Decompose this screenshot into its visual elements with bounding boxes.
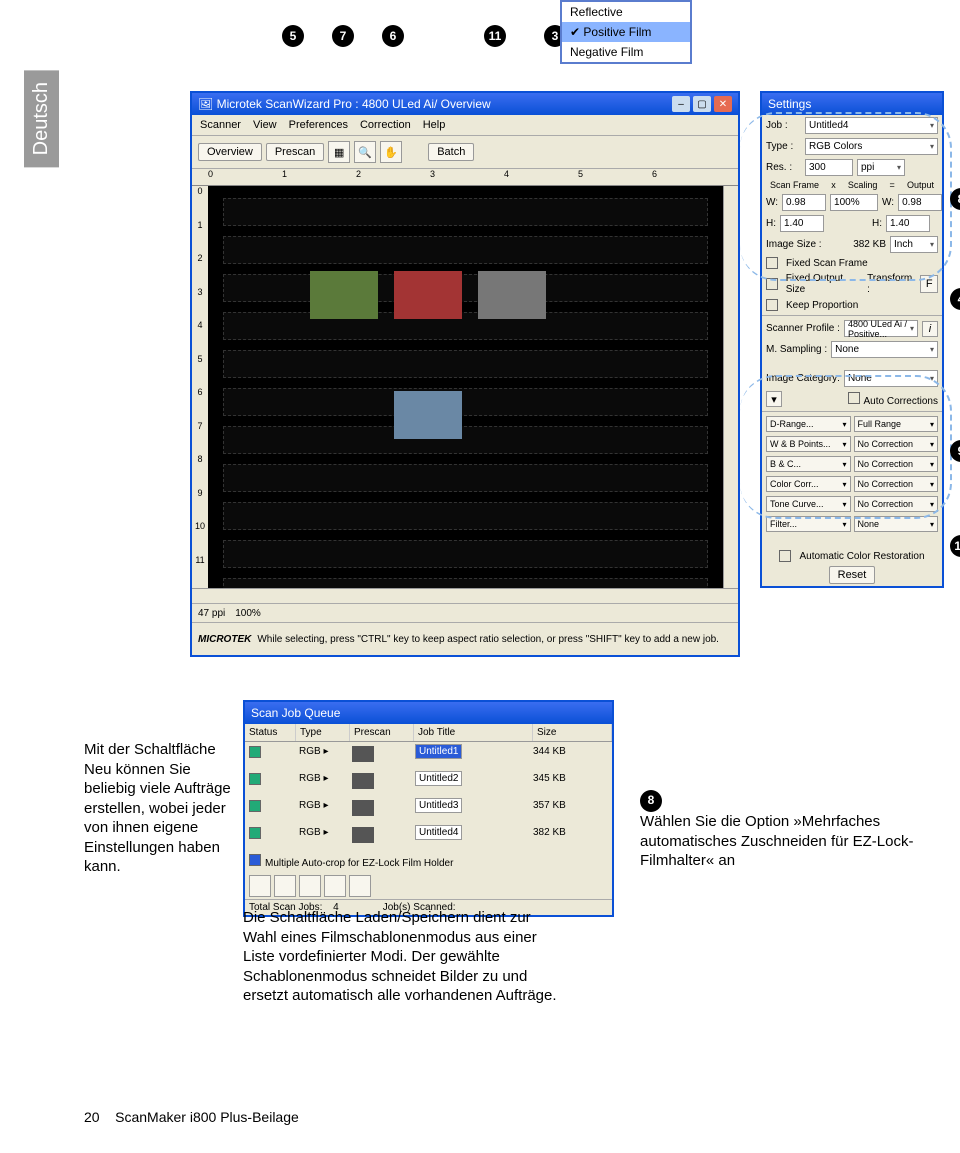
autocrop-checkbox[interactable]: [249, 854, 261, 866]
overview-button[interactable]: Overview: [198, 143, 262, 161]
top-callout-row: 5 7 6 11 3: [282, 25, 566, 47]
menu-correction[interactable]: Correction: [360, 119, 411, 131]
tip-text: While selecting, press "CTRL" key to kee…: [257, 634, 719, 645]
film-type-option[interactable]: Reflective: [562, 2, 690, 22]
close-icon[interactable]: ✕: [714, 96, 732, 112]
menu-scanner[interactable]: Scanner: [200, 119, 241, 131]
callout-7: 7: [332, 25, 354, 47]
job-row[interactable]: RGB ▸Untitled4382 KB: [245, 823, 612, 850]
scan-job-queue: Scan Job Queue StatusTypePrescanJob Titl…: [243, 700, 614, 917]
scrollbar-v[interactable]: [723, 186, 738, 588]
crop-tool-icon[interactable]: ▦: [328, 141, 350, 163]
brand-label: MICROTEK: [198, 634, 251, 645]
tipbar: MICROTEK While selecting, press "CTRL" k…: [192, 622, 738, 655]
profile-select[interactable]: 4800 ULed Ai / Positive...: [844, 320, 918, 337]
bracket-8: [740, 112, 952, 281]
jobqueue-header: StatusTypePrescanJob TitleSize: [245, 724, 612, 742]
preview-area[interactable]: [208, 186, 723, 588]
callout-9: 9: [950, 440, 960, 462]
scanwizard-window: 🖼 Microtek ScanWizard Pro : 4800 ULed Ai…: [190, 91, 740, 657]
info-icon[interactable]: i: [922, 321, 938, 337]
toolbar: Overview Prescan ▦ 🔍 ✋ Batch: [192, 136, 738, 169]
para-new-button: Mit der Schaltfläche Neu können Sie beli…: [84, 740, 234, 877]
jobqueue-titlebar: Scan Job Queue: [245, 702, 612, 724]
menu-view[interactable]: View: [253, 119, 277, 131]
callout-5: 5: [282, 25, 304, 47]
reset-button[interactable]: Reset: [829, 566, 876, 584]
callout-11: 11: [484, 25, 506, 47]
ruler-horizontal: 0123456: [192, 169, 738, 186]
para-autocrop: 8 Wählen Sie die Option »Mehrfaches auto…: [640, 790, 920, 871]
acr-checkbox[interactable]: [779, 550, 791, 562]
callout-8: 8: [950, 188, 960, 210]
zoom-tool-icon[interactable]: 🔍: [354, 141, 376, 163]
job-row[interactable]: RGB ▸Untitled3357 KB: [245, 796, 612, 823]
preview-thumb[interactable]: [310, 271, 378, 319]
status-ppi: 47 ppi: [198, 608, 225, 619]
prescan-button[interactable]: Prescan: [266, 143, 324, 161]
menubar: Scanner View Preferences Correction Help: [192, 115, 738, 136]
dup-job-icon[interactable]: [274, 875, 296, 897]
film-type-dropdown[interactable]: Reflective ✔ Positive Film Negative Film: [560, 0, 692, 64]
keep-proportion-checkbox[interactable]: [766, 299, 778, 311]
minimize-icon[interactable]: –: [672, 96, 690, 112]
statusbar: 47 ppi 100%: [192, 603, 738, 622]
msampling-select[interactable]: None: [831, 341, 938, 358]
callout-8-inline: 8: [640, 790, 662, 812]
batch-button[interactable]: Batch: [428, 143, 474, 161]
status-zoom: 100%: [235, 608, 261, 619]
check-job-icon[interactable]: [324, 875, 346, 897]
maximize-icon[interactable]: ▢: [693, 96, 711, 112]
menu-preferences[interactable]: Preferences: [289, 119, 348, 131]
hand-tool-icon[interactable]: ✋: [380, 141, 402, 163]
job-row[interactable]: RGB ▸Untitled1344 KB: [245, 742, 612, 769]
preview-thumb[interactable]: [394, 271, 462, 319]
language-tab: Deutsch: [24, 70, 59, 167]
page-footer: 20 ScanMaker i800 Plus-Beilage: [84, 1109, 299, 1125]
para-load-save: Die Schaltfläche Laden/Speichern dient z…: [243, 908, 563, 1006]
window-title: Microtek ScanWizard Pro : 4800 ULed Ai/ …: [217, 97, 491, 111]
film-type-option[interactable]: Negative Film: [562, 42, 690, 62]
preview-thumb[interactable]: [394, 391, 462, 439]
del-job-icon[interactable]: [299, 875, 321, 897]
callout-10: 10: [950, 535, 960, 557]
callout-4: 4: [950, 288, 960, 310]
job-row[interactable]: RGB ▸Untitled2345 KB: [245, 769, 612, 796]
profile-label: Scanner Profile :: [766, 323, 840, 334]
load-save-icon[interactable]: [349, 875, 371, 897]
scrollbar-h[interactable]: [192, 588, 738, 603]
new-job-icon[interactable]: [249, 875, 271, 897]
preview-thumb[interactable]: [478, 271, 546, 319]
titlebar: 🖼 Microtek ScanWizard Pro : 4800 ULed Ai…: [192, 93, 738, 115]
film-type-option-selected[interactable]: ✔ Positive Film: [562, 22, 690, 42]
app-icon: 🖼: [198, 97, 213, 111]
callout-6: 6: [382, 25, 404, 47]
ruler-vertical: 01234567891011: [192, 186, 208, 588]
bracket-9: [740, 375, 952, 519]
menu-help[interactable]: Help: [423, 119, 446, 131]
msampling-label: M. Sampling :: [766, 344, 827, 355]
